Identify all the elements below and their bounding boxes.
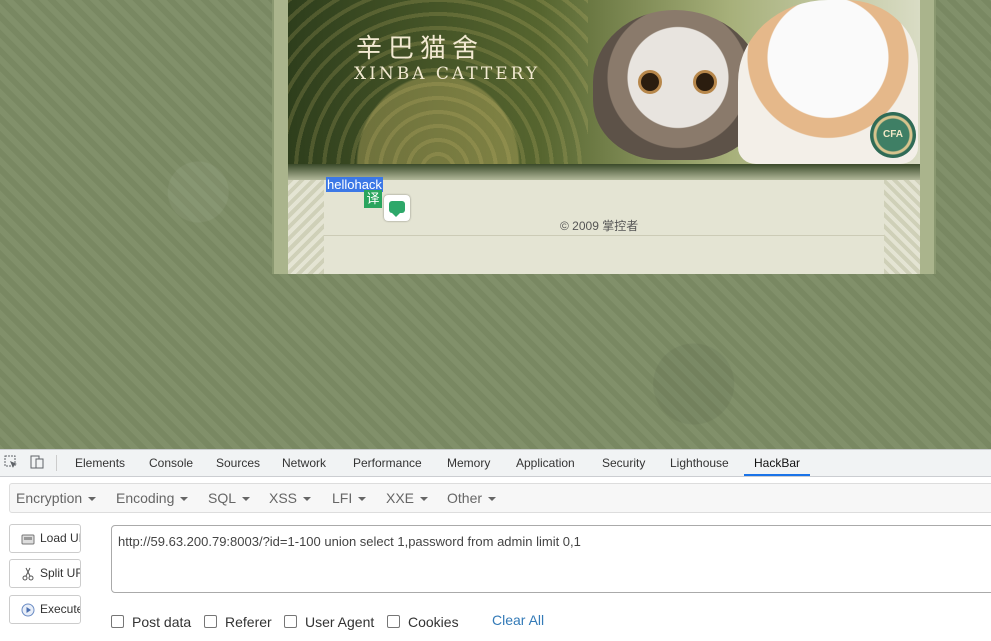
tab-console[interactable]: Console: [149, 450, 193, 476]
translate-icon[interactable]: 译: [364, 190, 382, 208]
devtools-panel: Elements Console Sources Network Perform…: [0, 449, 991, 641]
caret-down-icon: [242, 497, 251, 502]
menu-xxe[interactable]: XXE: [386, 484, 429, 512]
caret-down-icon: [358, 497, 367, 502]
caret-down-icon: [180, 497, 189, 502]
cfa-emblem-icon: CFA: [870, 112, 916, 158]
checkbox-box[interactable]: [111, 615, 124, 628]
post-data-checkbox[interactable]: Post data: [111, 614, 191, 630]
tab-performance[interactable]: Performance: [353, 450, 422, 476]
menu-encryption[interactable]: Encryption: [16, 484, 97, 512]
toolbar-separator: [56, 455, 57, 471]
referer-checkbox[interactable]: Referer: [204, 614, 272, 630]
cookies-checkbox[interactable]: Cookies: [387, 614, 459, 630]
copyright-text: © 2009 掌控者: [560, 219, 639, 233]
caret-down-icon: [488, 497, 497, 502]
menu-other[interactable]: Other: [447, 484, 497, 512]
tab-security[interactable]: Security: [602, 450, 645, 476]
site-title-chinese: 辛巴猫舍: [356, 34, 485, 64]
scissors-icon: [22, 567, 34, 581]
tab-memory[interactable]: Memory: [447, 450, 490, 476]
checkbox-box[interactable]: [387, 615, 400, 628]
clear-all-link[interactable]: Clear All: [492, 612, 544, 628]
tab-sources[interactable]: Sources: [216, 450, 260, 476]
user-agent-checkbox[interactable]: User Agent: [284, 614, 374, 630]
site-banner: 辛巴猫舍 XINBA CATTERY CFA: [288, 0, 920, 164]
tab-application[interactable]: Application: [516, 450, 575, 476]
play-icon: [21, 603, 35, 617]
footer-ornament-left: [288, 180, 324, 274]
caret-down-icon: [88, 497, 97, 502]
footer-ornament-right: [884, 180, 920, 274]
menu-sql[interactable]: SQL: [208, 484, 251, 512]
devtools-tab-bar: Elements Console Sources Network Perform…: [0, 450, 991, 477]
tab-hackbar[interactable]: HackBar: [744, 450, 811, 476]
hackbar-menu-bar: Encryption Encoding SQL XSS LFI XXE Othe…: [9, 483, 991, 513]
checkbox-box[interactable]: [204, 615, 217, 628]
load-url-button[interactable]: Load URL: [9, 524, 81, 553]
site-title-english: XINBA CATTERY: [354, 64, 541, 84]
load-url-icon: [21, 534, 35, 545]
caret-down-icon: [303, 497, 312, 502]
menu-lfi[interactable]: LFI: [332, 484, 367, 512]
cat-eye: [638, 70, 662, 94]
menu-xss[interactable]: XSS: [269, 484, 312, 512]
inspect-element-icon[interactable]: [4, 455, 18, 469]
footer-rule: [324, 235, 884, 236]
url-input[interactable]: http://59.63.200.79:8003/?id=1-100 union…: [111, 525, 991, 593]
execute-button[interactable]: Execute: [9, 595, 81, 624]
tab-lighthouse[interactable]: Lighthouse: [670, 450, 729, 476]
chat-bubble-icon[interactable]: [384, 195, 410, 221]
checkbox-box[interactable]: [284, 615, 297, 628]
caret-down-icon: [420, 497, 429, 502]
menu-encoding[interactable]: Encoding: [116, 484, 189, 512]
tab-network[interactable]: Network: [282, 450, 326, 476]
split-url-button[interactable]: Split URL: [9, 559, 81, 588]
cat-eye: [693, 70, 717, 94]
tab-elements[interactable]: Elements: [75, 450, 125, 476]
device-toolbar-icon[interactable]: [30, 455, 44, 469]
